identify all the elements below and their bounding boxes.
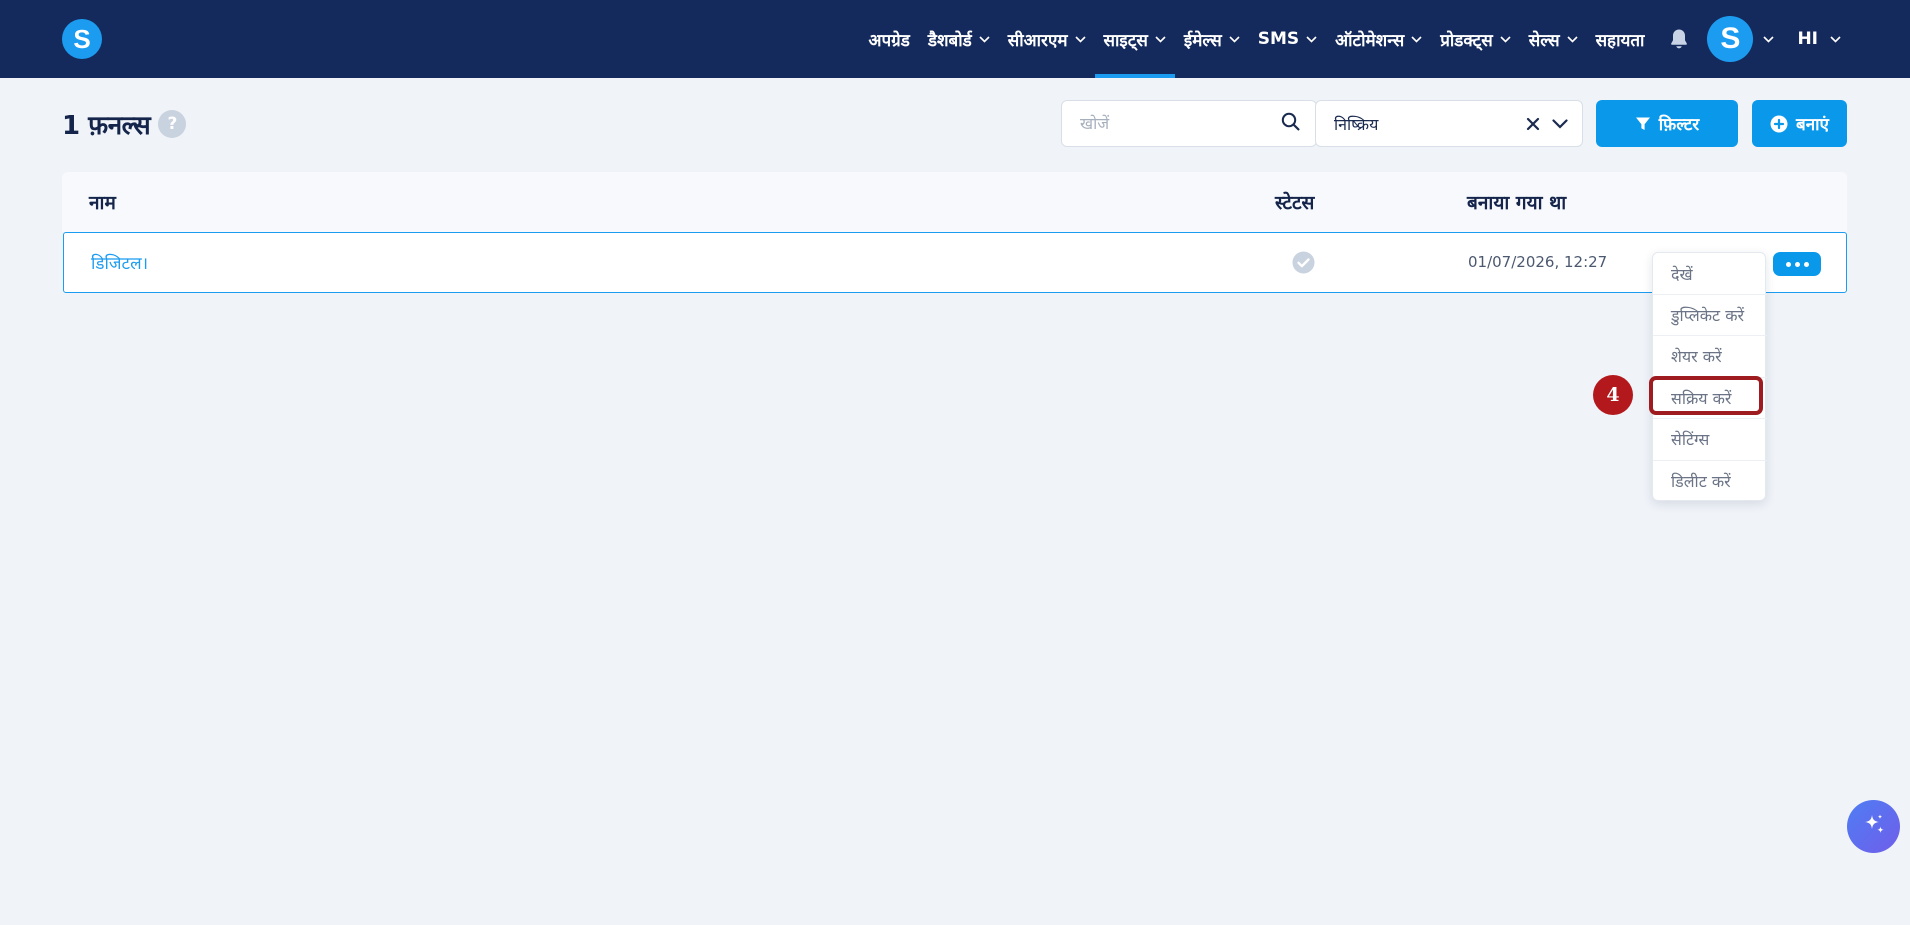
menu-item-settings[interactable]: सेटिंग्स [1653,418,1767,459]
chevron-down-icon [1500,35,1511,43]
app-logo[interactable]: S [62,19,102,59]
nav-item-label: सीआरएम [1007,30,1068,51]
chevron-down-icon [1306,35,1317,43]
step-number-badge: 4 [1593,375,1633,415]
chevron-down-icon [1155,35,1166,43]
sparkle-icon [1861,812,1887,842]
column-header-name[interactable]: नाम [89,172,116,232]
funnel-icon [1635,116,1651,132]
chevron-down-icon [1074,35,1086,43]
status-filter-select[interactable]: निष्क्रिय [1315,100,1583,147]
menu-item-share[interactable]: शेयर करें [1653,335,1767,376]
nav-item-label: डैशबोर्ड [927,30,972,51]
chevron-down-icon [1566,35,1578,43]
column-header-created[interactable]: बनाया गया था [1467,172,1566,232]
nav-item-label: प्रोडक्ट्स [1440,30,1493,51]
filter-button-label: फ़िल्टर [1658,115,1700,135]
more-dot [1785,261,1791,267]
nav-item-help[interactable]: सहायता [1587,0,1654,78]
avatar[interactable]: S [1707,16,1754,62]
nav-item-label: साइट्स [1103,30,1148,51]
nav-item-sms[interactable]: SMS [1249,0,1326,78]
nav-item-label: सेल्स [1528,30,1560,51]
search-icon[interactable] [1281,112,1300,135]
nav-item-products[interactable]: प्रोडक्ट्स [1431,0,1520,78]
step-highlight-box [1649,376,1763,415]
main-nav: अपग्रेड डैशबोर्ड सीआरएम साइट्स ईमेल्स SM… [860,0,1850,78]
nav-item-sites[interactable]: साइट्स [1094,0,1176,78]
nav-item-crm[interactable]: सीआरएम [999,0,1095,78]
chevron-down-icon [1411,35,1422,43]
language-switcher[interactable]: HI [1788,0,1850,78]
nav-item-label: अपग्रेड [868,30,910,51]
chevron-down-icon [1229,35,1240,43]
created-date: 01/07/2026, 12:27 [1468,253,1608,271]
create-button[interactable]: बनाएं [1752,100,1847,147]
table-header: नाम स्टेटस बनाया गया था [62,172,1847,232]
create-button-label: बनाएं [1796,115,1829,135]
menu-item-delete[interactable]: डिलीट करें [1653,460,1767,501]
top-navbar: S अपग्रेड डैशबोर्ड सीआरएम साइट्स ईमेल्स … [0,0,1910,78]
more-dot [1794,261,1800,267]
row-actions-button[interactable] [1773,252,1821,276]
funnel-name-link[interactable]: डिजिटल। [91,233,148,291]
nav-item-emails[interactable]: ईमेल्स [1175,0,1249,78]
bell-icon[interactable] [1653,0,1701,78]
chevron-down-icon[interactable] [1552,118,1568,129]
check-circle-icon [1292,233,1315,291]
plus-circle-icon [1770,115,1788,133]
menu-item-duplicate[interactable]: डुप्लिकेट करें [1653,294,1767,335]
chevron-down-icon [1830,35,1841,43]
nav-item-automations[interactable]: ऑटोमेशन्स [1326,0,1431,78]
nav-item-upgrade[interactable]: अपग्रेड [860,0,919,78]
nav-item-label: सहायता [1595,30,1645,51]
nav-item-dashboard[interactable]: डैशबोर्ड [919,0,999,78]
language-label: HI [1797,29,1818,49]
table-row[interactable]: डिजिटल। 01/07/2026, 12:27 [63,232,1847,293]
column-header-status[interactable]: स्टेटस [1275,172,1314,232]
nav-item-sales[interactable]: सेल्स [1520,0,1587,78]
search-box [1061,100,1317,147]
page-title: 1 फ़नल्स ? [62,106,187,142]
help-icon[interactable]: ? [158,110,187,138]
ai-assistant-button[interactable] [1847,800,1900,853]
clear-icon[interactable] [1526,117,1540,131]
nav-item-label: SMS [1257,29,1300,49]
status-filter-value: निष्क्रिय [1334,114,1379,134]
more-dot [1803,261,1809,267]
page-title-text: 1 फ़नल्स [62,111,151,141]
user-menu[interactable]: S [1701,0,1788,78]
search-input[interactable] [1080,114,1281,133]
nav-item-label: ऑटोमेशन्स [1335,30,1405,51]
nav-item-label: ईमेल्स [1183,30,1222,51]
chevron-down-icon [1763,35,1775,43]
filter-button[interactable]: फ़िल्टर [1596,100,1738,147]
menu-item-view[interactable]: देखें [1653,253,1767,294]
chevron-down-icon [979,35,990,43]
